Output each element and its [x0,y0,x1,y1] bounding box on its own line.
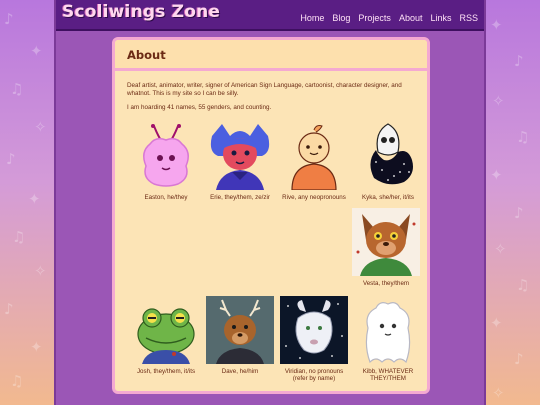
gallery-caption: Easton, he/they [144,194,188,201]
background-pattern-left: ♪ ✦ ♫ ✧ ♪ ✦ ♫ ✧ ♪ ✦ ♫ [4,10,47,390]
gallery-caption: Viridian, no pronouns (refer by name) [284,368,344,383]
site-logo[interactable]: Scoliwings Zone [62,2,220,22]
gallery-caption: Kibb, WHATEVER THEY/THEM [362,368,414,383]
gallery-item-kyka[interactable]: Kyka, she/her, it/its [351,122,425,201]
main-nav: Home Blog Projects About Links RSS [300,13,478,23]
orange-blob-character-icon [280,122,348,190]
gallery-item-kibb[interactable]: Kibb, WHATEVER THEY/THEM [351,296,425,383]
gallery-caption: Josh, they/them, it/its [136,368,196,375]
gallery-item-easton[interactable]: Easton, he/they [129,122,203,201]
gallery-caption: Rive, any neopronouns [282,194,346,201]
gallery-caption: Erie, they/them, ze/zir [210,194,270,201]
white-ghost-icon [354,296,422,364]
intro-text: Deaf artist, animator, writer, signer of… [127,82,402,98]
gallery-caption: Vesta, they/them [362,280,410,287]
gallery-item-dave[interactable]: Dave, he/him [203,296,277,375]
green-frog-icon [132,296,200,364]
names-note: I am hoarding 41 names, 55 genders, and … [127,104,272,111]
gallery-caption: Kyka, she/her, it/its [362,194,414,201]
blue-haired-character-icon [206,122,274,190]
gallery-caption: Dave, he/him [221,368,259,375]
nav-link-blog[interactable]: Blog [332,13,350,23]
gallery-item-viridian[interactable]: Viridian, no pronouns (refer by name) [277,296,351,383]
skull-starry-creature-icon [354,122,422,190]
white-goat-icon [280,296,348,364]
nav-link-about[interactable]: About [399,13,423,23]
main-column: Scoliwings Zone Home Blog Projects About… [54,0,486,405]
gallery-item-josh[interactable]: Josh, they/them, it/its [129,296,203,375]
gallery-item-erie[interactable]: Erie, they/them, ze/zir [203,122,277,201]
about-card: About Deaf artist, animator, writer, sig… [112,37,430,394]
gallery-item-rive[interactable]: Rive, any neopronouns [277,122,351,201]
nav-link-home[interactable]: Home [300,13,324,23]
gallery-item-vesta[interactable]: Vesta, they/them [349,208,423,287]
top-bar: Scoliwings Zone Home Blog Projects About… [56,0,484,31]
brown-dog-character-icon [352,208,420,276]
antlered-deer-icon [206,296,274,364]
nav-link-links[interactable]: Links [430,13,451,23]
page-title: About [127,48,166,62]
nav-link-projects[interactable]: Projects [358,13,391,23]
pink-moth-icon [132,122,200,190]
nav-link-rss[interactable]: RSS [459,13,478,23]
background-pattern-right: ✦ ♪ ✧ ♫ ✦ ♪ ✧ ♫ ✦ ♪ ✧ [490,16,530,402]
